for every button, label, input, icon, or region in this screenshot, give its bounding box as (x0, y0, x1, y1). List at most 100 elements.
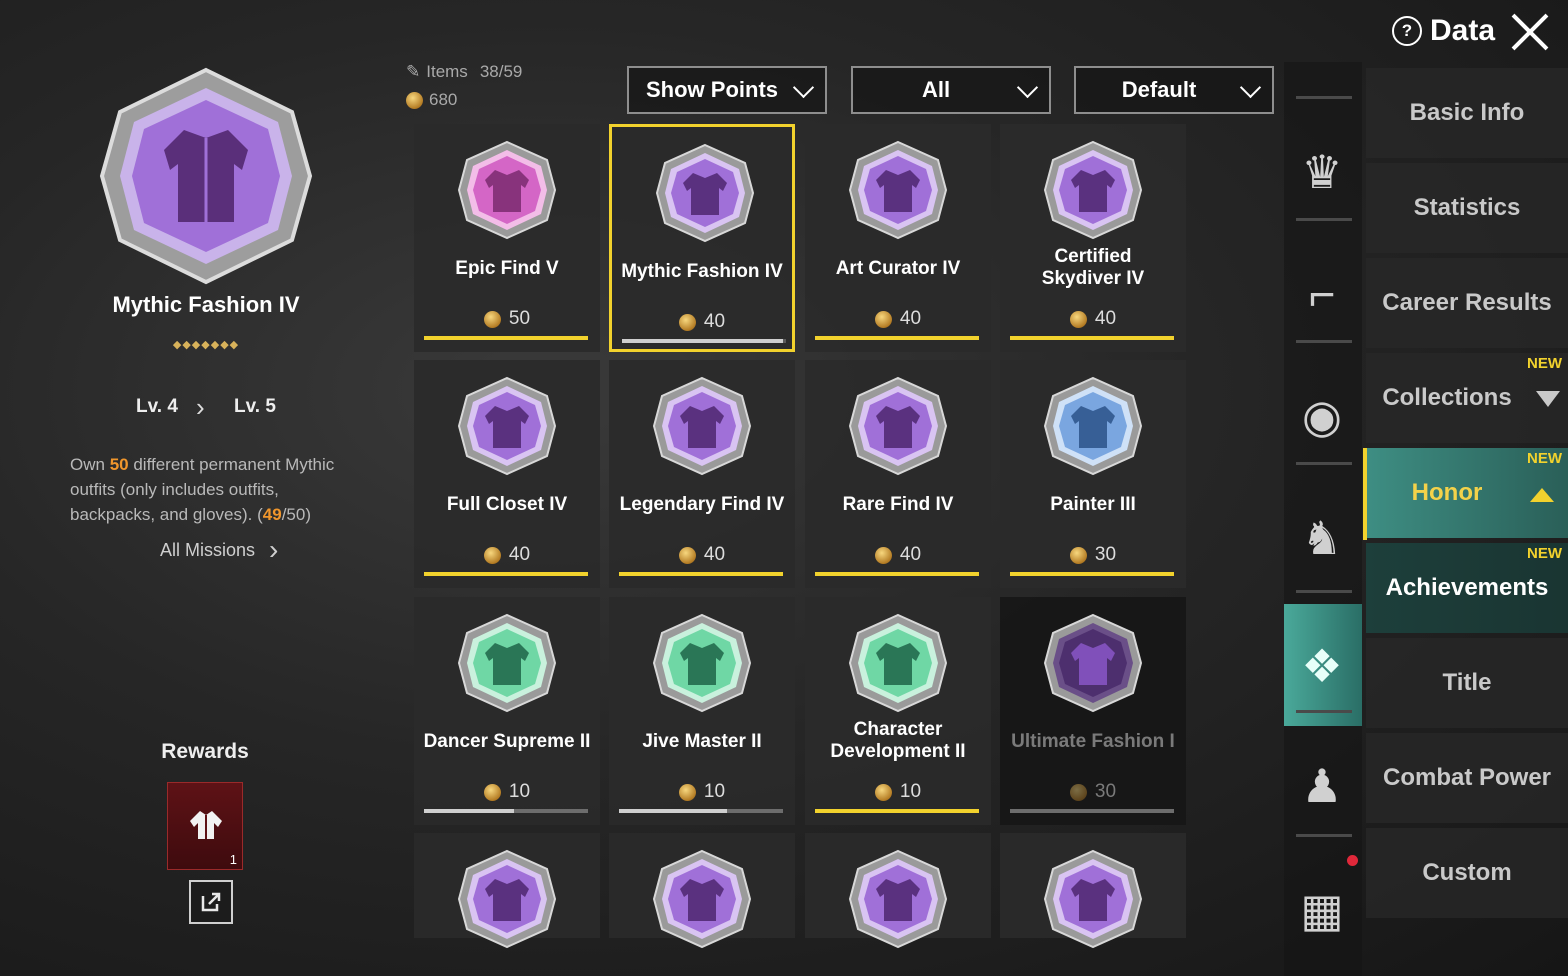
progress-bar (1010, 809, 1174, 813)
honor-card[interactable]: Epic Find V 50 (414, 124, 600, 352)
pistol-icon[interactable]: ⌐ (1290, 262, 1354, 326)
points-value: 50 (508, 308, 531, 329)
tab-collections[interactable]: Collections NEW (1366, 353, 1568, 443)
progress-fill (619, 809, 728, 813)
close-button[interactable] (1508, 10, 1552, 54)
honor-coin-icon (483, 310, 501, 328)
muscle-icon[interactable]: ♞ (1290, 506, 1354, 570)
tab-custom[interactable]: Custom (1366, 828, 1568, 918)
strip-divider (1296, 96, 1352, 99)
crosshair-icon (1041, 374, 1145, 478)
tab-label: Career Results (1382, 289, 1552, 316)
honor-card[interactable] (414, 833, 600, 949)
show-points-dropdown[interactable]: Show Points (627, 66, 827, 114)
jacket-icon (653, 141, 757, 245)
honor-card[interactable]: Certified Skydiver IV 40 (1000, 124, 1186, 352)
character-icon (846, 611, 950, 715)
tab-achievements[interactable]: Achievements NEW (1366, 543, 1568, 633)
reward-item[interactable]: 1 (167, 782, 243, 870)
medal-icon[interactable]: ◉ (1290, 384, 1354, 448)
honor-card[interactable]: Art Curator IV 40 (805, 124, 991, 352)
strip-divider (1296, 710, 1352, 713)
honor-coin-icon (874, 783, 892, 801)
tab-career-results[interactable]: Career Results (1366, 258, 1568, 348)
honor-coin-icon (874, 546, 892, 564)
honor-card[interactable] (609, 833, 795, 949)
tab-label: Title (1442, 669, 1492, 696)
tab-label: Honor (1411, 479, 1483, 506)
tab-label: Custom (1422, 859, 1512, 886)
honor-card[interactable]: Ultimate Fashion I 30 (1000, 597, 1186, 825)
progress-fill (1010, 336, 1174, 340)
tab-statistics[interactable]: Statistics (1366, 163, 1568, 253)
feather-icon: ✎ (406, 62, 421, 81)
honor-card-icon[interactable]: ❖ (1290, 634, 1354, 698)
rabbit-icon (650, 847, 754, 951)
all-missions-link[interactable]: All Missions › (160, 534, 278, 566)
points-value: 680 (429, 90, 458, 109)
honor-card[interactable]: Rare Find IV 40 (805, 360, 991, 588)
tab-label: Combat Power (1382, 764, 1552, 791)
selected-honor-badge (96, 66, 316, 286)
honor-card[interactable]: Dancer Supreme II 10 (414, 597, 600, 825)
grid-icon[interactable]: ▦ (1290, 878, 1354, 942)
honor-card-name: Dancer Supreme II (423, 731, 591, 752)
order-dropdown[interactable]: Default (1074, 66, 1274, 114)
gem-icon (1041, 611, 1145, 715)
honor-card[interactable]: Full Closet IV 40 (414, 360, 600, 588)
honor-card[interactable]: Mythic Fashion IV 40 (609, 124, 795, 352)
collapse-arrow-icon (1530, 488, 1554, 502)
honor-coin-icon (483, 546, 501, 564)
progress-fill (815, 809, 979, 813)
tab-combat-power[interactable]: Combat Power (1366, 733, 1568, 823)
mission-description: Own 50 different permanent Mythic outfit… (70, 452, 340, 527)
honor-card-points: 30 (1000, 781, 1186, 803)
honor-coin-icon (678, 783, 696, 801)
desc-target: 50 (109, 455, 129, 474)
points-value: 40 (899, 308, 922, 329)
tab-title[interactable]: Title (1366, 638, 1568, 728)
strip-divider (1296, 340, 1352, 343)
strip-divider (1296, 462, 1352, 465)
progress-bar (424, 572, 588, 576)
tab-honor[interactable]: Honor NEW (1366, 448, 1568, 538)
honor-card[interactable] (805, 833, 991, 949)
items-label: Items (426, 62, 468, 81)
chevron-right-icon: › (196, 392, 205, 422)
category-label: All (921, 77, 951, 102)
progress-bar (1010, 336, 1174, 340)
dancer-icon (650, 611, 754, 715)
new-badge: NEW (1527, 545, 1562, 562)
honor-card[interactable]: Character Development II 10 (805, 597, 991, 825)
strip-divider (1296, 218, 1352, 221)
honor-card-points: 40 (609, 544, 795, 566)
strip-divider (1296, 590, 1352, 593)
hexagon-icon (455, 847, 559, 951)
progress-fill (424, 336, 588, 340)
honor-card[interactable] (1000, 833, 1186, 949)
honor-card[interactable]: Painter III 30 (1000, 360, 1186, 588)
category-dropdown[interactable]: All (851, 66, 1051, 114)
friends-icon[interactable]: ♟ (1290, 754, 1354, 818)
data-label: Data (1430, 14, 1496, 47)
honor-coin-icon (678, 313, 696, 331)
badge-title: Mythic Fashion IV (112, 292, 300, 317)
tab-label: Achievements (1385, 574, 1549, 601)
honor-card-points: 10 (609, 781, 795, 803)
points-value: 10 (899, 781, 922, 802)
all-missions-label: All Missions (160, 539, 256, 560)
honor-card-name: Rare Find IV (842, 494, 954, 515)
share-button[interactable] (189, 880, 233, 924)
expand-arrow-icon (1536, 391, 1560, 407)
help-icon: ? (1392, 16, 1422, 46)
crown-icon[interactable]: ♛ (1290, 140, 1354, 204)
tab-basic-info[interactable]: Basic Info (1366, 68, 1568, 158)
honor-card-name: Ultimate Fashion I (1011, 731, 1175, 752)
data-button[interactable]: ? Data (1392, 10, 1495, 52)
honor-card[interactable]: Jive Master II 10 (609, 597, 795, 825)
chevron-down-icon (792, 76, 815, 99)
honor-coin-icon (1069, 783, 1087, 801)
honor-card-name: Mythic Fashion IV (621, 261, 783, 282)
honor-card[interactable]: Legendary Find IV 40 (609, 360, 795, 588)
outfit-icon (190, 811, 222, 839)
